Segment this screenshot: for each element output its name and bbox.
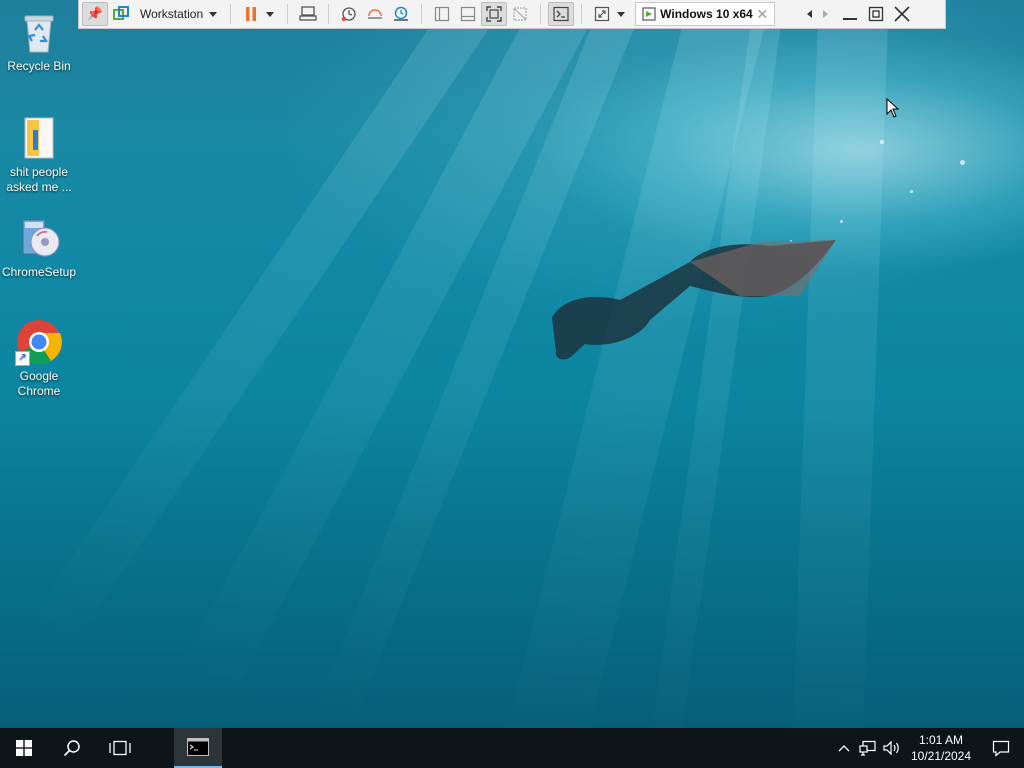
toolbar-divider (421, 4, 423, 24)
toolbar-divider (328, 4, 330, 24)
clock-date: 10/21/2024 (910, 749, 972, 763)
vmware-toolbar: 📌 Workstation Windows 10 x64 ✕ (78, 0, 946, 29)
task-view-button[interactable] (96, 728, 144, 768)
close-tab-icon[interactable]: ✕ (756, 6, 768, 23)
desktop-icon-chromesetup[interactable]: ChromeSetup (0, 214, 78, 280)
close-window-button[interactable] (889, 2, 915, 26)
task-view-icon (109, 740, 131, 756)
show-thumbnail-bar-button[interactable] (455, 2, 481, 26)
command-prompt-icon (187, 738, 209, 756)
minimize-toolbar-button[interactable] (837, 2, 863, 26)
workstation-menu-chevron-down-icon[interactable] (209, 11, 218, 17)
take-snapshot-button[interactable] (336, 2, 362, 26)
diver-silhouette (552, 240, 836, 360)
vm-tab-windows-10[interactable]: Windows 10 x64 ✕ (635, 2, 776, 26)
scroll-tabs-left-button[interactable] (801, 2, 817, 26)
revert-snapshot-icon (368, 9, 383, 19)
toolbar-divider (540, 4, 542, 24)
pin-toolbar-button[interactable]: 📌 (82, 2, 108, 26)
desktop-icon-recycle-bin[interactable]: Recycle Bin (0, 8, 78, 74)
network-icon (859, 740, 876, 756)
desktop-icon-label: Recycle Bin (7, 59, 71, 73)
chrome-icon: ↗ (15, 318, 63, 366)
snapshot-manager-button[interactable] (388, 2, 414, 26)
show-hidden-icons-button[interactable] (832, 728, 856, 768)
notification-icon (992, 740, 1010, 757)
pin-icon: 📌 (86, 6, 104, 21)
shortcut-arrow-icon: ↗ (15, 351, 30, 366)
caret-left-icon (806, 10, 812, 18)
pause-icon (246, 7, 257, 21)
clock-time: 1:01 AM (918, 733, 964, 747)
stretch-options-chevron-down-icon[interactable] (617, 11, 626, 17)
console-view-button[interactable] (548, 2, 575, 26)
minimize-icon (843, 18, 858, 20)
desktop-icon-google-chrome[interactable]: ↗ Google Chrome (0, 318, 78, 399)
unity-mode-icon (513, 7, 527, 21)
send-ctrl-alt-del-button[interactable] (295, 2, 321, 26)
revert-snapshot-button[interactable] (362, 2, 388, 26)
toolbar-divider (230, 4, 232, 24)
taskbar-app-console[interactable] (174, 728, 222, 768)
desktop-icon-label: Google Chrome (17, 369, 61, 398)
toolbar-divider (581, 4, 583, 24)
restore-window-button[interactable] (863, 2, 889, 26)
text-file-icon (15, 114, 63, 162)
full-screen-icon (486, 6, 502, 22)
terminal-icon (553, 6, 569, 22)
scroll-tabs-right-button[interactable] (817, 2, 833, 26)
windows-logo-icon (16, 740, 32, 756)
volume-button[interactable] (880, 728, 904, 768)
network-button[interactable] (856, 728, 880, 768)
power-options-chevron-down-icon[interactable] (266, 11, 275, 17)
chevron-up-icon (838, 745, 850, 752)
taskbar: 1:01 AM 10/21/2024 (0, 728, 1024, 768)
workstation-menu-label[interactable]: Workstation (140, 7, 203, 21)
close-icon (894, 6, 910, 22)
search-button[interactable] (48, 728, 96, 768)
vm-tab-label: Windows 10 x64 (660, 7, 753, 21)
unity-mode-button[interactable] (507, 2, 533, 26)
thumbnail-bar-icon (461, 6, 476, 22)
installer-icon (15, 214, 63, 262)
volume-icon (883, 740, 899, 756)
vmware-logo-icon (113, 6, 129, 20)
desktop-wallpaper (0, 0, 1024, 728)
stretch-guest-button[interactable] (589, 2, 615, 26)
stretch-icon (595, 6, 610, 22)
vm-tab-icon (642, 7, 656, 21)
desktop-icon-text-file[interactable]: shit people asked me ... (0, 114, 78, 195)
pause-vm-button[interactable] (238, 2, 264, 26)
mouse-cursor-icon (886, 98, 900, 118)
caret-right-icon (822, 10, 828, 18)
search-icon (63, 740, 80, 757)
start-button[interactable] (0, 728, 48, 768)
toolbar-divider (287, 4, 289, 24)
full-screen-button[interactable] (481, 2, 508, 26)
desktop-icon-label: ChromeSetup (1, 265, 77, 279)
library-sidebar-icon (435, 6, 450, 22)
desktop-icon-label: shit people asked me ... (6, 165, 72, 194)
show-library-button[interactable] (429, 2, 455, 26)
action-center-button[interactable] (978, 728, 1024, 768)
ctrl-alt-del-icon (299, 6, 317, 21)
system-tray: 1:01 AM 10/21/2024 (832, 728, 1024, 768)
taskbar-clock[interactable]: 1:01 AM 10/21/2024 (904, 732, 978, 764)
recycle-bin-icon (15, 8, 63, 56)
vmware-logo-button[interactable] (108, 2, 134, 26)
snapshot-manager-icon (394, 6, 409, 21)
snapshot-clock-icon (341, 7, 356, 22)
restore-icon (868, 6, 884, 22)
